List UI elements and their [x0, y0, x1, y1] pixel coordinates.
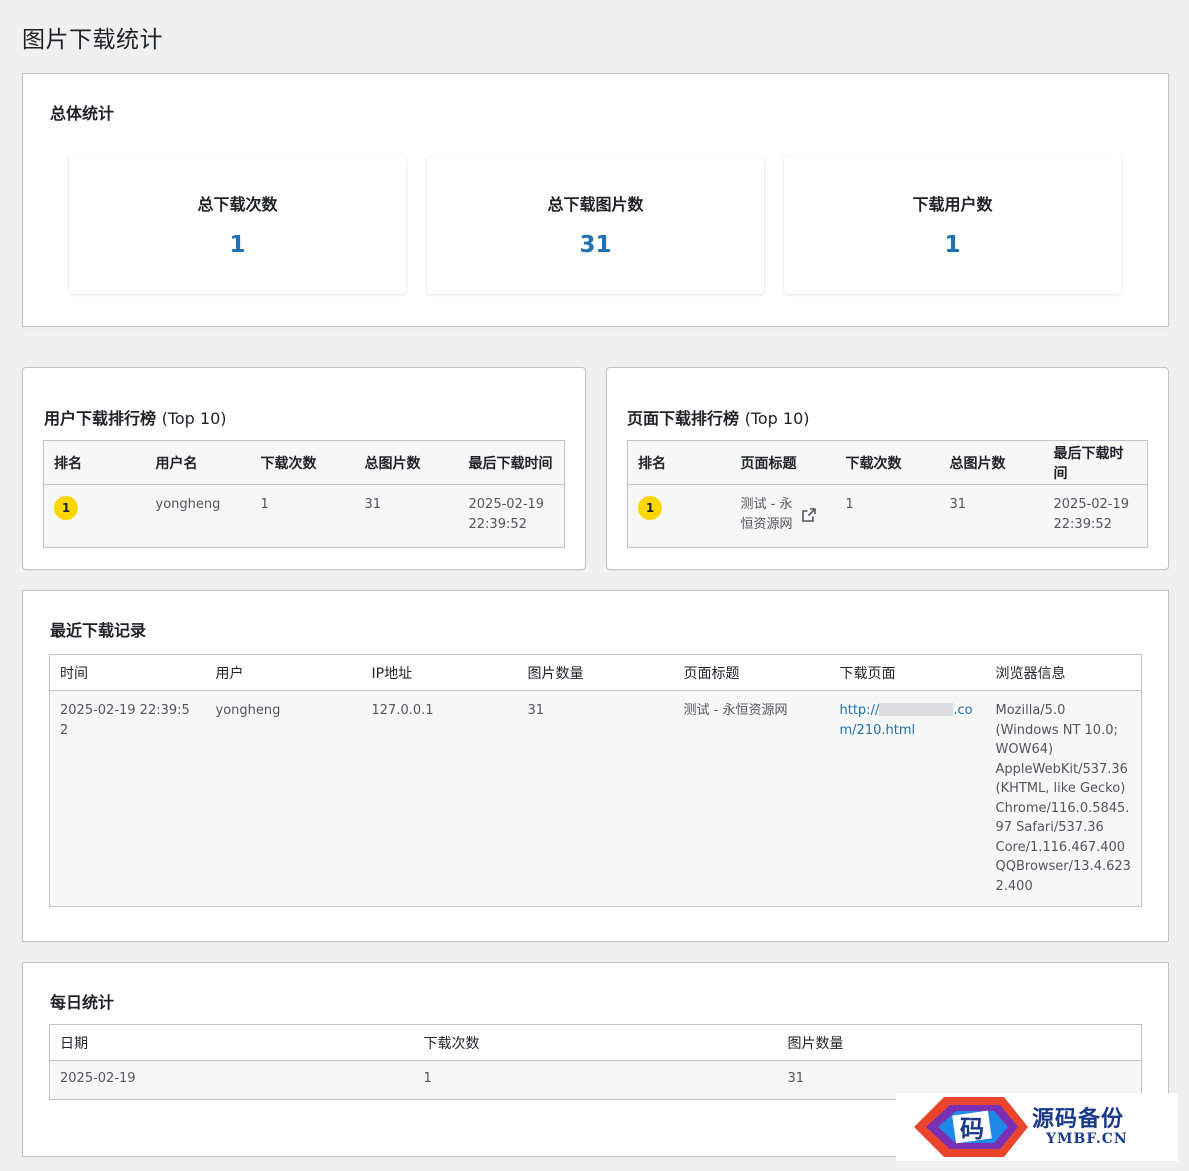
stat-label: 下载用户数	[912, 195, 993, 214]
column-header: 时间	[49, 654, 206, 691]
page-rank-table: 排名 页面标题 下载次数 总图片数 最后下载时间 1 测试 - 永恒资源网 1 …	[627, 440, 1148, 548]
page-rank-heading: 页面下载排行榜 (Top 10)	[627, 405, 810, 429]
stat-value: 31	[579, 232, 612, 258]
column-header: 用户名	[145, 440, 251, 485]
page: 图片下载统计 总体统计 总下载次数 1 总下载图片数 31 下载用户数 1 用户…	[0, 0, 1189, 1171]
column-header: 排名	[43, 440, 146, 485]
recent-downloads-table: 时间 用户 IP地址 图片数量 页面标题 下载页面 浏览器信息 2025-02-…	[49, 654, 1142, 907]
images-cell: 31	[939, 484, 1044, 548]
table-row: 2025-02-19 22:39:52 yongheng 127.0.0.1 3…	[49, 690, 1142, 907]
last-time-cell: 2025-02-19 22:39:52	[458, 484, 565, 548]
download-page-link[interactable]: http://.com/210.html	[840, 703, 973, 738]
browser-cell: Mozilla/5.0 (Windows NT 10.0; WOW64) App…	[985, 690, 1142, 907]
page-rank-title: 页面下载排行榜	[627, 409, 740, 428]
recent-downloads-card: 最近下载记录 时间 用户 IP地址 图片数量 页面标题 下载页面 浏览器信息 2…	[22, 590, 1169, 942]
page-title-cell: 测试 - 永恒资源网	[730, 484, 836, 548]
last-time-cell: 2025-02-19 22:39:52	[1043, 484, 1148, 548]
overall-stats-heading: 总体统计	[50, 104, 115, 123]
daily-stats-table: 日期 下载次数 图片数量 2025-02-19 1 31	[49, 1024, 1142, 1100]
date-cell: 2025-02-19	[49, 1060, 414, 1099]
table-row: 1 测试 - 永恒资源网 1 31 2025-02-19 22:39:52	[627, 484, 1148, 548]
stat-label: 总下载图片数	[547, 195, 644, 214]
user-cell: yongheng	[205, 690, 362, 907]
rank-badge: 1	[638, 496, 662, 520]
column-header: IP地址	[361, 654, 518, 691]
column-header: 排名	[627, 440, 731, 485]
column-header: 总图片数	[354, 440, 459, 485]
rank-badge: 1	[54, 496, 78, 520]
recent-downloads-heading: 最近下载记录	[50, 621, 147, 640]
watermark-en: YMBF.CN	[1046, 1131, 1128, 1147]
downloads-cell: 1	[835, 484, 940, 548]
column-header: 下载次数	[413, 1024, 778, 1061]
column-header: 日期	[49, 1024, 414, 1061]
images-cell: 31	[354, 484, 459, 548]
watermark-logo: 码 源码备份 YMBF.CN	[896, 1093, 1178, 1161]
user-rank-card: 用户下载排行榜 (Top 10) 排名 用户名 下载次数 总图片数 最后下载时间…	[22, 367, 586, 570]
stat-value: 1	[229, 232, 246, 258]
overall-stats-card: 总体统计 总下载次数 1 总下载图片数 31 下载用户数 1	[22, 73, 1169, 327]
column-header: 下载次数	[250, 440, 355, 485]
daily-stats-heading: 每日统计	[50, 993, 115, 1012]
column-header: 下载次数	[835, 440, 940, 485]
user-cell: yongheng	[145, 484, 251, 548]
user-rank-heading: 用户下载排行榜 (Top 10)	[44, 405, 227, 429]
column-header: 最后下载时间	[458, 440, 565, 485]
watermark-cn: 源码备份	[1032, 1106, 1125, 1132]
column-header: 页面标题	[673, 654, 830, 691]
downloads-cell: 1	[250, 484, 355, 548]
external-link-icon[interactable]	[801, 507, 817, 530]
table-header-row: 排名 页面标题 下载次数 总图片数 最后下载时间	[627, 440, 1148, 485]
page-title-text[interactable]: 测试 - 永恒资源网	[741, 495, 797, 534]
page-rank-card: 页面下载排行榜 (Top 10) 排名 页面标题 下载次数 总图片数 最后下载时…	[606, 367, 1169, 570]
count-cell: 31	[517, 690, 674, 907]
stat-total-images: 总下载图片数 31	[427, 156, 764, 294]
page-title: 图片下载统计	[22, 27, 163, 53]
time-cell: 2025-02-19 22:39:52	[49, 690, 206, 907]
column-header: 浏览器信息	[985, 654, 1142, 691]
user-rank-suffix: (Top 10)	[161, 409, 227, 428]
ip-cell: 127.0.0.1	[361, 690, 518, 907]
downloads-cell: 1	[413, 1060, 778, 1099]
page-rank-suffix: (Top 10)	[744, 409, 810, 428]
column-header: 图片数量	[517, 654, 674, 691]
download-page-cell: http://.com/210.html	[829, 690, 986, 907]
url-prefix: http://	[839, 703, 880, 718]
column-header: 用户	[205, 654, 362, 691]
title-cell: 测试 - 永恒资源网	[673, 690, 830, 907]
column-header: 最后下载时间	[1043, 440, 1148, 485]
stat-download-users: 下载用户数 1	[784, 156, 1121, 294]
stat-label: 总下载次数	[197, 195, 278, 214]
table-header-row: 日期 下载次数 图片数量	[49, 1024, 1142, 1061]
user-rank-table: 排名 用户名 下载次数 总图片数 最后下载时间 1 yongheng 1 31 …	[43, 440, 565, 548]
stat-value: 1	[944, 232, 961, 258]
watermark-emblem-icon: 码	[914, 1097, 1028, 1157]
table-header-row: 排名 用户名 下载次数 总图片数 最后下载时间	[43, 440, 565, 485]
user-rank-title: 用户下载排行榜	[44, 409, 157, 428]
watermark-glyph: 码	[960, 1114, 984, 1143]
column-header: 总图片数	[939, 440, 1044, 485]
column-header: 下载页面	[829, 654, 986, 691]
column-header: 图片数量	[777, 1024, 1142, 1061]
stat-total-downloads: 总下载次数 1	[69, 156, 406, 294]
table-row: 1 yongheng 1 31 2025-02-19 22:39:52	[43, 484, 565, 548]
column-header: 页面标题	[730, 440, 836, 485]
redacted-domain	[879, 703, 954, 716]
table-header-row: 时间 用户 IP地址 图片数量 页面标题 下载页面 浏览器信息	[49, 654, 1142, 691]
